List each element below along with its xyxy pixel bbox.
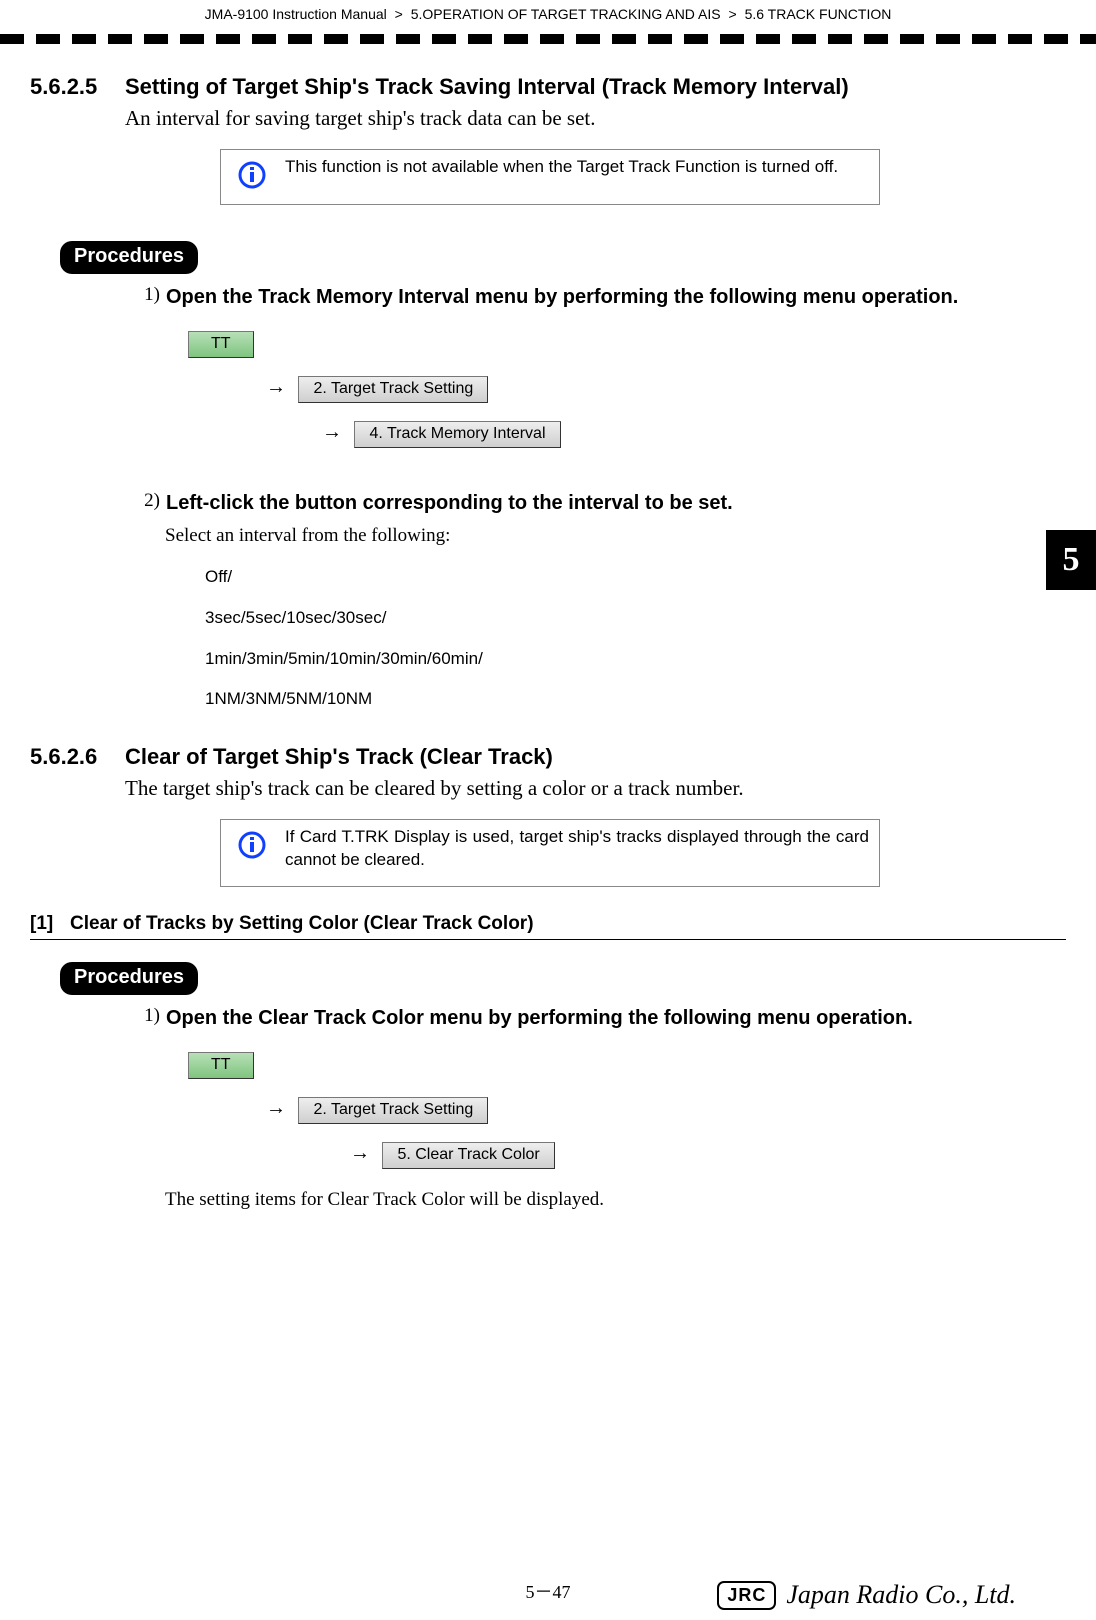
breadcrumb: JMA-9100 Instruction Manual > 5.OPERATIO… (0, 0, 1096, 22)
brand-name: Japan Radio Co., Ltd. (786, 1580, 1016, 1610)
info-box: If Card T.TRK Display is used, target sh… (220, 819, 880, 887)
menu-button-target-track-setting[interactable]: 2. Target Track Setting (298, 1097, 488, 1124)
separator-dashed (0, 34, 1096, 44)
procedures-label: Procedures (60, 962, 198, 995)
interval-options: Off/ 3sec/5sec/10sec/30sec/ 1min/3min/5m… (205, 557, 1036, 720)
arrow-icon: → (322, 421, 342, 444)
subsection-number: [1] (30, 913, 70, 935)
section-title: Setting of Target Ship's Track Saving In… (125, 74, 1036, 100)
subsection-heading: [1] Clear of Tracks by Setting Color (Cl… (30, 913, 1066, 940)
section-body: The target ship's track can be cleared b… (125, 776, 1036, 801)
step-title: Open the Track Memory Interval menu by p… (166, 284, 1036, 311)
info-box: This function is not available when the … (220, 149, 880, 205)
step-number: 1) (125, 1005, 166, 1032)
info-icon (237, 160, 267, 190)
manual-name: JMA-9100 Instruction Manual (205, 6, 387, 22)
step-body: Select an interval from the following: (165, 525, 1036, 547)
info-text: This function is not available when the … (285, 156, 838, 179)
step-number: 2) (125, 490, 166, 517)
info-text: If Card T.TRK Display is used, target sh… (285, 826, 869, 872)
option-line: 3sec/5sec/10sec/30sec/ (205, 598, 1036, 639)
page-number: 5－47 (526, 1578, 571, 1604)
step-title: Left-click the button corresponding to t… (166, 490, 1036, 517)
info-icon (237, 830, 267, 860)
section-number: 5.6.2.6 (30, 744, 125, 770)
procedures-label: Procedures (60, 241, 198, 274)
subsection-title: Clear of Tracks by Setting Color (Clear … (70, 913, 534, 935)
chapter-thumb-tab: 5 (1046, 530, 1096, 590)
option-line: 1NM/3NM/5NM/10NM (205, 679, 1036, 720)
section-title: Clear of Target Ship's Track (Clear Trac… (125, 744, 1036, 770)
menu-button-track-memory-interval[interactable]: 4. Track Memory Interval (354, 421, 560, 448)
arrow-icon: → (266, 376, 286, 399)
brand-footer: JRC Japan Radio Co., Ltd. (717, 1580, 1016, 1610)
menu-button-tt[interactable]: TT (188, 1052, 254, 1079)
step-number: 1) (125, 284, 166, 311)
section-body: An interval for saving target ship's tra… (125, 106, 1036, 131)
arrow-icon: → (266, 1097, 286, 1120)
jrc-logo: JRC (717, 1581, 776, 1610)
option-line: 1min/3min/5min/10min/30min/60min/ (205, 639, 1036, 680)
section-name: 5.6 TRACK FUNCTION (745, 6, 892, 22)
breadcrumb-separator: > (729, 6, 737, 22)
section-number: 5.6.2.5 (30, 74, 125, 100)
breadcrumb-separator: > (395, 6, 403, 22)
step-after: The setting items for Clear Track Color … (165, 1189, 1036, 1211)
menu-button-tt[interactable]: TT (188, 331, 254, 358)
menu-button-clear-track-color[interactable]: 5. Clear Track Color (382, 1142, 554, 1169)
option-line: Off/ (205, 557, 1036, 598)
arrow-icon: → (350, 1142, 370, 1165)
step-title: Open the Clear Track Color menu by perfo… (166, 1005, 1036, 1032)
menu-button-target-track-setting[interactable]: 2. Target Track Setting (298, 376, 488, 403)
chapter-name: 5.OPERATION OF TARGET TRACKING AND AIS (411, 6, 721, 22)
